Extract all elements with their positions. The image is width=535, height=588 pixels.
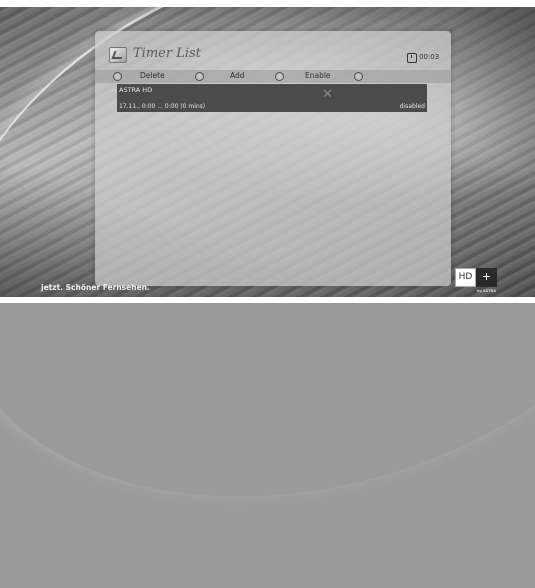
timer-list-icon <box>109 47 127 63</box>
plus-logo-text: + <box>476 268 497 287</box>
by-astra-text: by ASTRA <box>477 289 497 293</box>
enable-button[interactable]: Enable <box>275 71 365 82</box>
delete-button[interactable]: Delete <box>113 71 173 82</box>
button-circle-icon <box>113 72 122 81</box>
add-button[interactable]: Add <box>195 71 255 82</box>
add-button-label: Add <box>230 71 245 80</box>
button-circle-icon <box>275 72 284 81</box>
timer-list-panel: Timer List 00:03 Delete Add Enable ASTRA… <box>95 31 451 286</box>
panel-header: Timer List 00:03 <box>95 31 451 67</box>
timer-state: disabled <box>399 103 425 110</box>
timer-schedule: 17.11., 0:00 ... 0:00 (0 mins) <box>119 103 206 110</box>
clock-icon <box>407 53 417 63</box>
delete-button-label: Delete <box>140 71 165 80</box>
slogan-text: jetzt. Schöner Fernsehen. <box>41 283 150 292</box>
color-button-bar: Delete Add Enable <box>95 70 451 83</box>
close-icon: ✕ <box>322 87 333 102</box>
hd-logo-text: HD <box>455 268 476 287</box>
timer-row[interactable]: ASTRA HD ✕ 17.11., 0:00 ... 0:00 (0 mins… <box>117 84 427 112</box>
button-circle-icon <box>195 72 204 81</box>
button-circle-icon <box>354 72 363 81</box>
clock-time: 00:03 <box>419 53 440 61</box>
hd-plus-logo: HD + <box>455 268 497 287</box>
enable-button-label: Enable <box>305 71 331 80</box>
timer-channel: ASTRA HD <box>119 86 153 94</box>
page-title: Timer List <box>133 46 201 61</box>
